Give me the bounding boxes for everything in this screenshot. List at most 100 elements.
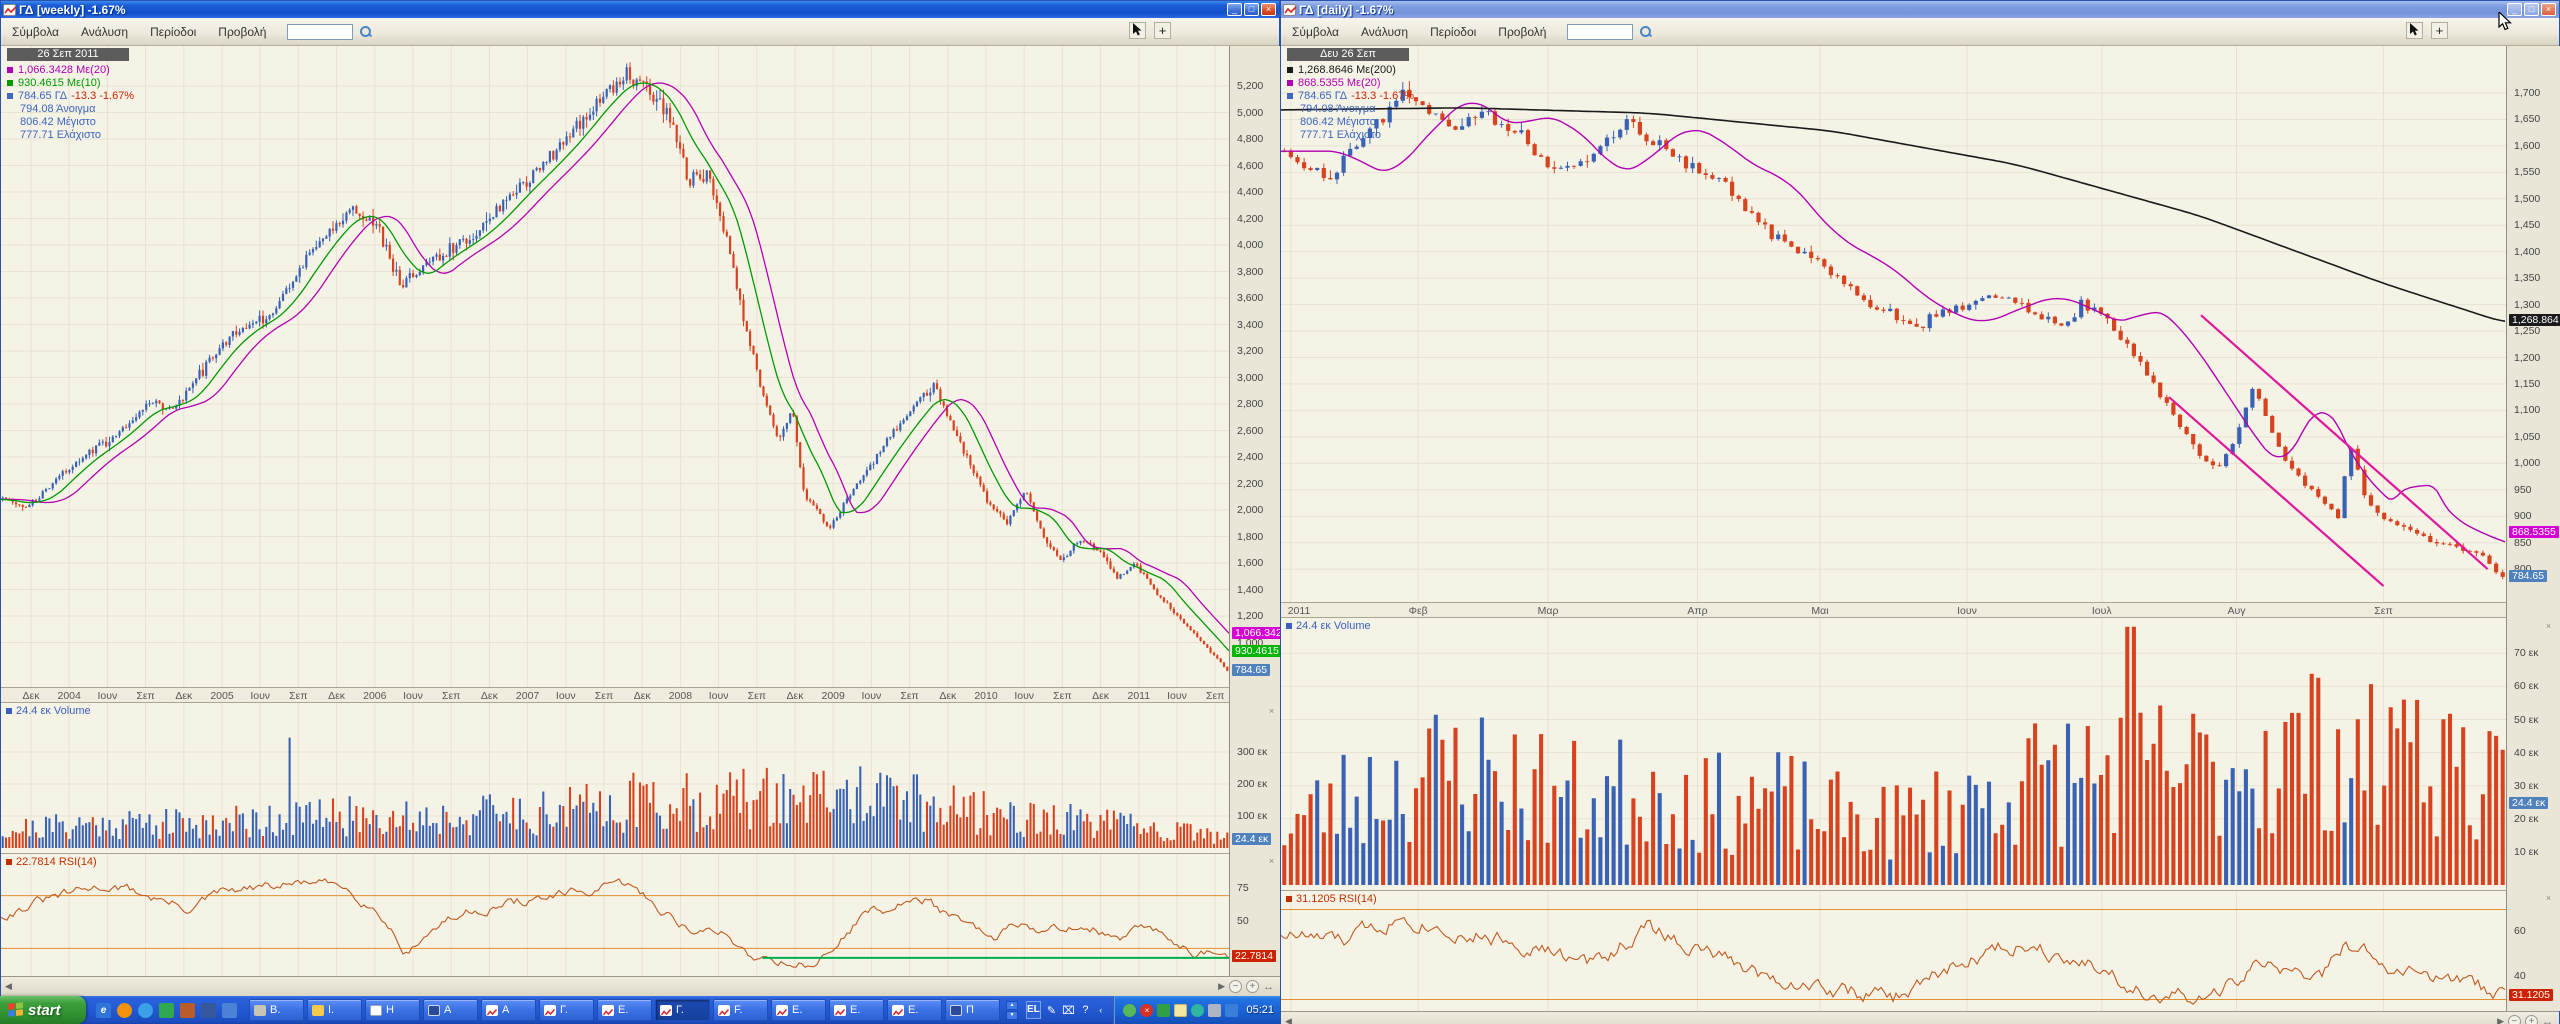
show-desktop-icon[interactable] <box>222 1003 237 1018</box>
menu-analysis[interactable]: Ανάλυση <box>1350 25 1419 39</box>
date-axis-label: 2011 <box>1279 605 1319 617</box>
zoom-fit-button[interactable]: ↔ <box>2542 1016 2553 1024</box>
pen-icon[interactable]: ✎ <box>1047 1004 1056 1017</box>
date-axis-label: Σεπ <box>2364 605 2404 617</box>
help-icon[interactable]: ? <box>1081 1004 1090 1016</box>
taskbar-task-[interactable]: Γ. <box>539 999 594 1021</box>
taskbar-task-E[interactable]: E. <box>771 999 826 1021</box>
menu-view[interactable]: Προβολή <box>1487 25 1557 39</box>
daily-price-chart[interactable] <box>1281 46 2506 602</box>
quick-launch: e <box>96 1003 237 1018</box>
zoom-in-button[interactable]: + <box>2525 1015 2538 1024</box>
start-label: start <box>28 1002 61 1019</box>
taskbar-task-[interactable]: Γ. <box>655 999 710 1021</box>
close-volume-pane-button[interactable]: × <box>2543 621 2554 632</box>
tray-network-icon[interactable] <box>1191 1004 1204 1017</box>
scroll-left-button[interactable]: ◀ <box>5 981 12 992</box>
ie-icon[interactable]: e <box>96 1003 111 1018</box>
price-axis-label: 2,800 <box>1237 398 1263 410</box>
weekly-volume-chart[interactable] <box>1 703 1229 850</box>
menu-symbols[interactable]: Σύμβολα <box>1 25 70 39</box>
taskbar-task-B[interactable]: B. <box>249 999 304 1021</box>
zoom-out-button[interactable]: − <box>1229 980 1242 993</box>
daily-rsi-chart[interactable] <box>1281 890 2506 1011</box>
tray-messenger-icon[interactable] <box>1123 1004 1136 1017</box>
tray-alert-icon[interactable]: × <box>1140 1004 1153 1017</box>
close-button[interactable]: × <box>1261 3 1276 16</box>
taskbar-task-E[interactable]: E. <box>829 999 884 1021</box>
language-indicator[interactable]: EL <box>1026 1001 1041 1019</box>
tray-update-icon[interactable] <box>1225 1004 1238 1017</box>
zoom-fit-button[interactable]: ↔ <box>1263 981 1274 993</box>
scroll-right-button[interactable]: ▶ <box>2497 1016 2504 1024</box>
pointer-tool-icon[interactable] <box>2406 22 2423 39</box>
search-icon[interactable] <box>359 25 372 38</box>
date-axis-label: Μαρ <box>1528 605 1568 617</box>
scroll-down-icon[interactable]: ▼ <box>1006 1011 1018 1020</box>
symbol-search-input[interactable] <box>287 24 353 40</box>
weekly-rsi-chart[interactable] <box>1 853 1229 976</box>
hide-icons-chevron[interactable]: ‹ <box>1096 1005 1105 1015</box>
price-axis-label: 2,400 <box>1237 451 1263 463</box>
zoom-in-tool-icon[interactable]: + <box>1154 22 1171 39</box>
taskbar-clock[interactable]: 05:21 <box>1246 1004 1274 1016</box>
minimize-button[interactable]: _ <box>1227 3 1242 16</box>
shield-icon[interactable] <box>201 1003 216 1018</box>
zoom-in-tool-icon[interactable]: + <box>2431 22 2448 39</box>
chart-icon <box>486 1005 498 1016</box>
price-axis-label: 5,000 <box>1237 107 1263 119</box>
daily-volume-chart[interactable] <box>1281 618 2506 887</box>
taskbar-task-A[interactable]: A <box>481 999 536 1021</box>
desktop: ΓΔ [weekly] -1.67% _ □ × Σύμβολα Ανάλυση… <box>0 0 2560 1024</box>
titlebar-weekly[interactable]: ΓΔ [weekly] -1.67% _ □ × <box>1 1 1279 18</box>
volume-tag: 24.4 εκ <box>2509 797 2548 809</box>
chart-icon <box>776 1005 788 1016</box>
pointer-tool-icon[interactable] <box>1129 22 1146 39</box>
minimize-button[interactable]: _ <box>2507 3 2522 16</box>
volume-axis-label: 300 εκ <box>1237 746 1267 758</box>
menu-periods[interactable]: Περίοδοι <box>139 25 207 39</box>
window-title: ΓΔ [weekly] -1.67% <box>19 3 126 17</box>
price-axis-label: 950 <box>2514 484 2532 496</box>
start-button[interactable]: start <box>0 996 86 1024</box>
scroll-up-icon[interactable]: ▲ <box>1006 1001 1018 1010</box>
toolbar-daily: + <box>2406 22 2448 39</box>
taskbar-task-[interactable]: Π <box>945 999 1000 1021</box>
close-button[interactable]: × <box>2541 3 2556 16</box>
taskbar-task-A[interactable]: A <box>423 999 478 1021</box>
search-icon[interactable] <box>1639 25 1652 38</box>
menu-view[interactable]: Προβολή <box>207 25 277 39</box>
taskbar-task-H[interactable]: H <box>365 999 420 1021</box>
close-rsi-pane-button[interactable]: × <box>1266 856 1277 867</box>
weekly-date-axis: Δεκ2004ΙουνΣεπΔεκ2005ΙουνΣεπΔεκ2006ΙουνΣ… <box>1 687 1229 703</box>
tray-printer-icon[interactable] <box>1208 1004 1221 1017</box>
price-axis-label: 1,700 <box>2514 87 2540 99</box>
taskbar-task-E[interactable]: E. <box>887 999 942 1021</box>
close-volume-pane-button[interactable]: × <box>1266 706 1277 717</box>
clock-icon[interactable] <box>117 1003 132 1018</box>
maximize-button[interactable]: □ <box>1244 3 1259 16</box>
titlebar-daily[interactable]: ΓΔ [daily] -1.67% _ □ × <box>1281 1 2559 18</box>
menu-periods[interactable]: Περίοδοι <box>1419 25 1487 39</box>
symbol-search-input[interactable] <box>1567 24 1633 40</box>
media-icon[interactable] <box>159 1003 174 1018</box>
mail-icon[interactable] <box>180 1003 195 1018</box>
tray-notes-icon[interactable] <box>1174 1004 1187 1017</box>
messenger-icon[interactable] <box>138 1003 153 1018</box>
weekly-price-chart[interactable] <box>1 46 1229 687</box>
zoom-in-button[interactable]: + <box>1246 980 1259 993</box>
tray-chart-icon[interactable] <box>1157 1004 1170 1017</box>
zoom-out-button[interactable]: − <box>2508 1015 2521 1024</box>
close-rsi-pane-button[interactable]: × <box>2543 893 2554 904</box>
maximize-button[interactable]: □ <box>2524 3 2539 16</box>
price-axis-label: 4,800 <box>1237 133 1263 145</box>
menu-symbols[interactable]: Σύμβολα <box>1281 25 1350 39</box>
scroll-left-button[interactable]: ◀ <box>1285 1016 1292 1024</box>
taskbar-task-I[interactable]: I. <box>307 999 362 1021</box>
taskbar-task-E[interactable]: E. <box>597 999 652 1021</box>
taskbar-task-F[interactable]: F. <box>713 999 768 1021</box>
menu-analysis[interactable]: Ανάλυση <box>70 25 139 39</box>
keyboard-icon[interactable]: ⌧ <box>1062 1004 1075 1017</box>
doc-icon <box>370 1005 382 1016</box>
scroll-right-button[interactable]: ▶ <box>1218 981 1225 992</box>
